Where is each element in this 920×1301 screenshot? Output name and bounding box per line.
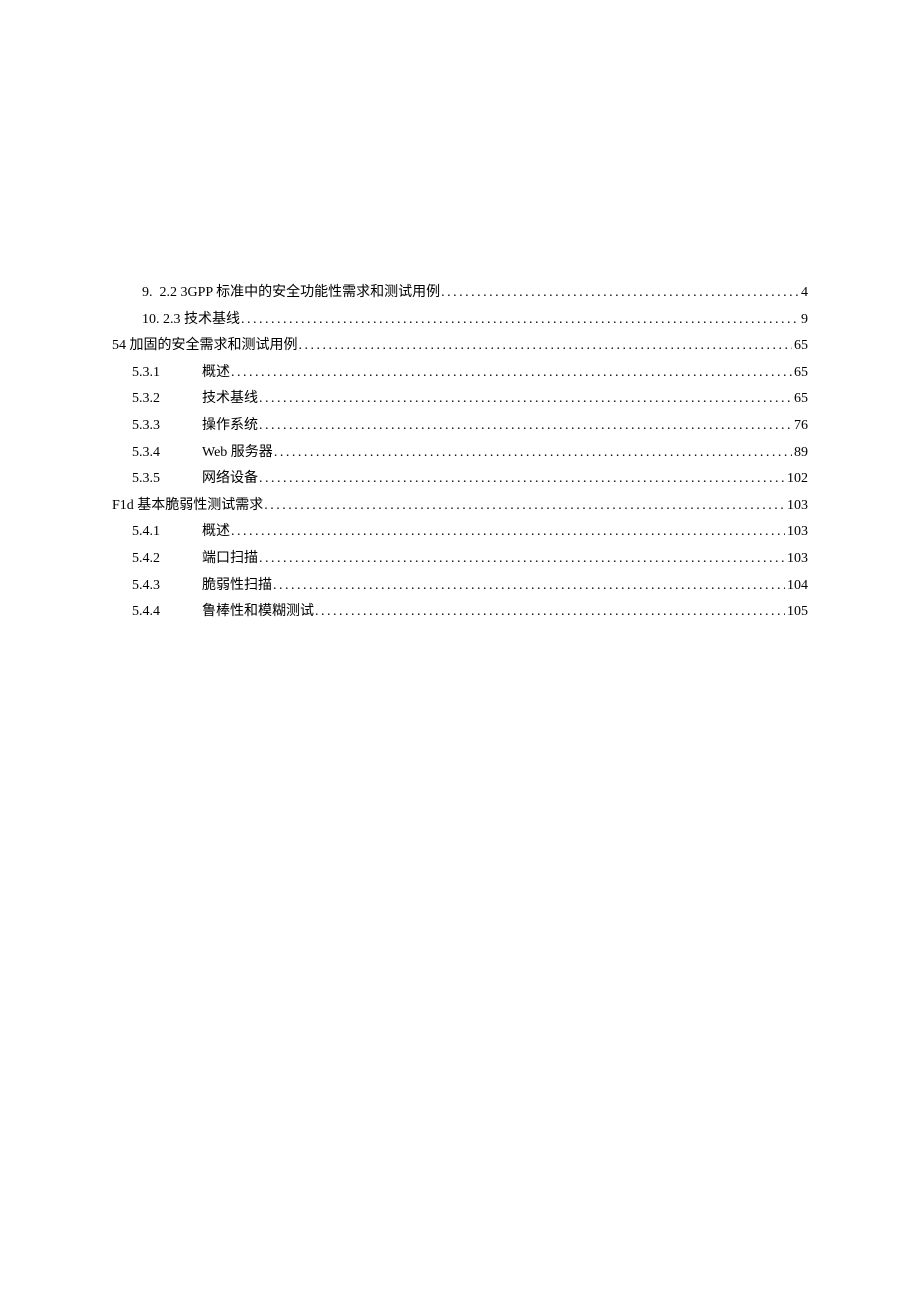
toc-container: 9. 2.2 3GPP 标准中的安全功能性需求和测试用例 4 10. 2.3 技… <box>112 280 808 626</box>
toc-leader <box>231 360 792 387</box>
toc-entry: 5.3.4 Web 服务器 89 <box>112 440 808 467</box>
toc-number: 5.3.4 <box>132 440 202 467</box>
toc-title: 鲁棒性和模糊测试 <box>202 599 314 626</box>
toc-title: 脆弱性扫描 <box>202 573 272 600</box>
toc-leader <box>441 280 799 307</box>
toc-page: 103 <box>787 493 808 520</box>
toc-title: 网络设备 <box>202 466 258 493</box>
toc-entry: F1d 基本脆弱性测试需求 103 <box>112 493 808 520</box>
toc-entry: 5.3.5 网络设备 102 <box>112 466 808 493</box>
toc-leader <box>259 413 792 440</box>
toc-title: 操作系统 <box>202 413 258 440</box>
toc-leader <box>241 307 799 334</box>
toc-page: 89 <box>794 440 808 467</box>
toc-page: 4 <box>801 280 808 307</box>
toc-number: 5.4.2 <box>132 546 202 573</box>
toc-title: 概述 <box>202 519 230 546</box>
toc-number: 5.3.5 <box>132 466 202 493</box>
toc-page: 104 <box>787 573 808 600</box>
toc-page: 103 <box>787 546 808 573</box>
toc-title: 2.3 技术基线 <box>163 307 240 334</box>
toc-leader <box>259 386 792 413</box>
toc-entry: 5.3.2 技术基线 65 <box>112 386 808 413</box>
toc-number: 5.4.4 <box>132 599 202 626</box>
toc-page: 105 <box>787 599 808 626</box>
toc-entry: 5.4.2 端口扫描 103 <box>112 546 808 573</box>
toc-page: 102 <box>787 466 808 493</box>
toc-leader <box>259 466 785 493</box>
toc-title: 概述 <box>202 360 230 387</box>
toc-title: F1d 基本脆弱性测试需求 <box>112 493 263 520</box>
toc-page: 65 <box>794 386 808 413</box>
toc-page: 9 <box>801 307 808 334</box>
toc-number: 5.4.3 <box>132 573 202 600</box>
toc-entry: 10. 2.3 技术基线 9 <box>112 307 808 334</box>
toc-number: 5.3.1 <box>132 360 202 387</box>
toc-leader <box>315 599 785 626</box>
toc-entry: 5.3.1 概述 65 <box>112 360 808 387</box>
toc-title: Web 服务器 <box>202 440 273 467</box>
toc-number: 5.3.2 <box>132 386 202 413</box>
toc-entry: 54 加固的安全需求和测试用例 65 <box>112 333 808 360</box>
toc-leader <box>231 519 785 546</box>
toc-entry: 5.4.4 鲁棒性和模糊测试 105 <box>112 599 808 626</box>
toc-number: 5.3.3 <box>132 413 202 440</box>
toc-number: 5.4.1 <box>132 519 202 546</box>
toc-page: 65 <box>794 360 808 387</box>
toc-entry: 5.4.3 脆弱性扫描 104 <box>112 573 808 600</box>
toc-leader <box>259 546 785 573</box>
toc-title: 2.2 3GPP 标准中的安全功能性需求和测试用例 <box>160 280 441 307</box>
toc-leader <box>299 333 793 360</box>
toc-number: 10. <box>142 307 163 334</box>
toc-number: 9. <box>142 280 160 307</box>
toc-leader <box>264 493 785 520</box>
toc-page: 65 <box>794 333 808 360</box>
toc-page: 76 <box>794 413 808 440</box>
toc-title: 技术基线 <box>202 386 258 413</box>
toc-entry: 5.4.1 概述 103 <box>112 519 808 546</box>
toc-leader <box>273 573 785 600</box>
toc-entry: 5.3.3 操作系统 76 <box>112 413 808 440</box>
toc-leader <box>274 440 792 467</box>
toc-title: 54 加固的安全需求和测试用例 <box>112 333 298 360</box>
toc-title: 端口扫描 <box>202 546 258 573</box>
toc-entry: 9. 2.2 3GPP 标准中的安全功能性需求和测试用例 4 <box>112 280 808 307</box>
toc-page: 103 <box>787 519 808 546</box>
